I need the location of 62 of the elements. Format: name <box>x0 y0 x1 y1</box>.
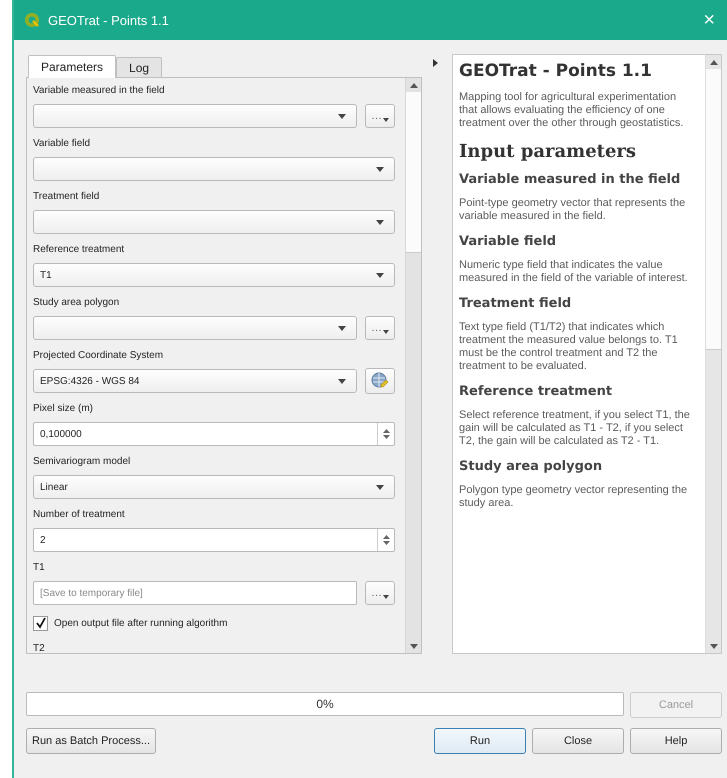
spin-arrows-icon <box>382 533 390 547</box>
batch-button[interactable]: Run as Batch Process... <box>26 728 156 754</box>
caret-icon <box>338 326 346 330</box>
browse-button[interactable]: … <box>365 581 395 605</box>
caret-icon <box>383 118 389 122</box>
collapse-arrow-icon[interactable] <box>432 59 438 67</box>
help-heading: Reference treatment <box>459 384 614 399</box>
help-heading: Variable measured in the field <box>459 172 682 187</box>
caret-icon <box>376 484 384 490</box>
scroll-up-icon[interactable] <box>710 60 718 64</box>
help-text: Numeric type field that indicates the value measured in the field of the variable of interest. <box>459 259 689 285</box>
window-title: GEOTrat - Points 1.1 <box>48 12 170 28</box>
field-label: Semivariogram model <box>33 455 132 469</box>
field-label: Study area polygon <box>33 296 120 310</box>
help-text: Point-type geometry vector that represents the variable measured in the field. <box>459 197 686 223</box>
field-label: Reference treatment <box>33 243 126 257</box>
tab[interactable]: Parameters <box>28 55 116 78</box>
browse-button[interactable]: … <box>365 316 395 340</box>
caret-icon <box>376 272 384 278</box>
scrollbar[interactable] <box>405 78 421 653</box>
browse-button[interactable]: … <box>365 104 395 128</box>
dialog-button[interactable]: Close <box>532 728 624 754</box>
dialog-button[interactable]: Help <box>630 728 722 754</box>
output-field[interactable]: [Save to temporary file] <box>33 581 357 605</box>
dropdown[interactable]: T1 <box>33 263 395 287</box>
scroll-down-icon[interactable] <box>410 644 418 648</box>
app-logo-icon <box>24 12 40 28</box>
spin-arrows-icon <box>382 427 390 441</box>
field-label: Variable field <box>33 137 92 151</box>
caret-icon <box>383 330 389 334</box>
caret-icon <box>338 114 346 118</box>
help-heading: Study area polygon <box>459 459 604 474</box>
field-label: T2 <box>33 642 46 653</box>
field-label: Treatment field <box>33 190 100 204</box>
field-label: Pixel size (m) <box>33 402 94 416</box>
help-text: Polygon type geometry vector representing the study area. <box>459 484 688 510</box>
help-text: Mapping tool for agricultural experimentation that allows evaluating the efficiency of one treatment over the other through geostatistics. <box>459 91 684 130</box>
checkbox-label: Open output file after running algorithm <box>54 618 228 628</box>
help-heading: Treatment field <box>459 296 572 311</box>
caret-icon <box>376 220 384 224</box>
scrollbar[interactable] <box>705 55 721 653</box>
dialog-button[interactable]: Run <box>434 728 526 754</box>
caret-icon <box>383 595 389 599</box>
checkbox[interactable] <box>33 616 48 630</box>
globe-icon <box>371 372 389 390</box>
caret-icon <box>376 166 384 172</box>
crs-button[interactable] <box>365 368 395 394</box>
caret-icon <box>338 378 346 384</box>
field-label: Variable measured in the field <box>33 84 166 98</box>
dropdown[interactable]: Linear <box>33 475 395 499</box>
scroll-down-icon[interactable] <box>710 644 718 648</box>
tab[interactable]: Log <box>116 57 162 77</box>
help-text: Select reference treatment, if you select T1, the gain will be calculated as T1 - T2, if you select T2, the gain will be calculated as T2 - T1. <box>459 409 691 448</box>
dropdown[interactable]: EPSG:4326 - WGS 84 <box>33 369 357 393</box>
field-label: T1 <box>33 561 46 575</box>
help-heading: Variable field <box>459 234 558 249</box>
field-label: Number of treatment <box>33 508 126 522</box>
scroll-up-icon[interactable] <box>410 82 418 88</box>
help-text: Text type field (T1/T2) that indicates which treatment the measured value belongs to. T1 must be the control treatment and T2 the treatment to be evaluated. <box>459 321 679 373</box>
help-section-title: Input parameters <box>459 141 638 162</box>
field-label: Projected Coordinate System <box>33 349 164 363</box>
help-title: GEOTrat - Points 1.1 <box>459 61 653 81</box>
